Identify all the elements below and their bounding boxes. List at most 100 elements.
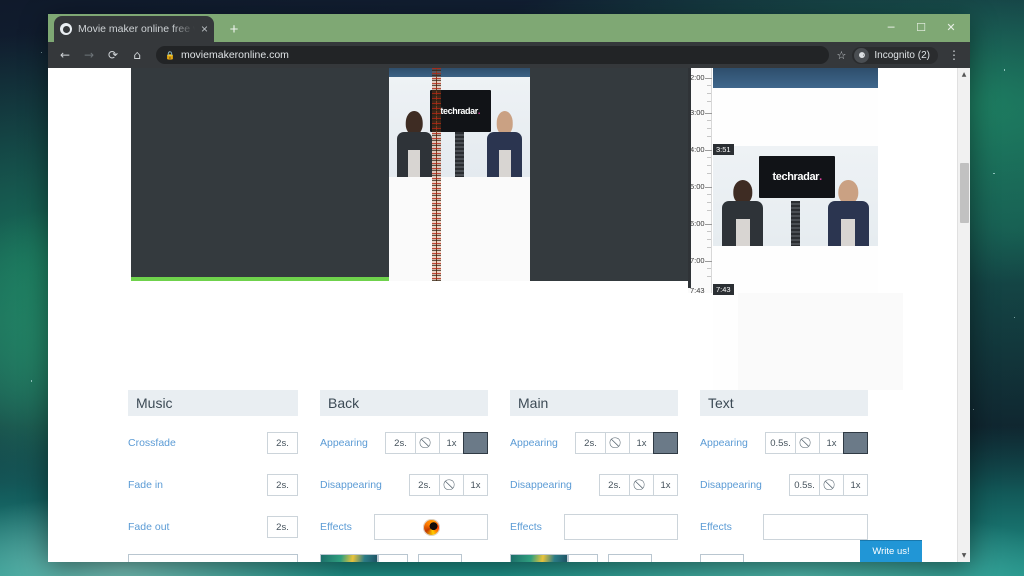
setting-row-fade-out: Fade out 2s.	[128, 510, 298, 544]
incognito-indicator[interactable]: ⚈ Incognito (2)	[852, 46, 938, 64]
address-bar[interactable]: 🔒 moviemakeronline.com	[156, 46, 829, 64]
minimize-button[interactable]: ─	[876, 16, 906, 38]
clip-start-time-tag: 3:51	[713, 144, 734, 155]
person-shirt	[841, 219, 856, 246]
browser-tab[interactable]: Movie maker online free video e ×	[54, 16, 214, 42]
scrollbar-thumb[interactable]	[960, 163, 969, 223]
control-group: 2s. ⃠ 1x	[575, 432, 678, 454]
main-disappearing-duration-field[interactable]: 2s.	[599, 474, 630, 496]
back-disappearing-none-icon[interactable]: ⃠	[439, 474, 464, 496]
clip-brand-text: techradar.	[772, 171, 823, 183]
control-group: 2s.	[267, 432, 298, 454]
timeline-panel[interactable]: 2:00 3:00 4:00 5:00 6:00 7:00 7:43 3:51 …	[688, 68, 903, 390]
main-disappearing-none-icon[interactable]: ⃠	[629, 474, 654, 496]
timeline-video-clip[interactable]: techradar.	[713, 146, 878, 246]
text-disappearing-duration-field[interactable]: 0.5s.	[789, 474, 820, 496]
write-us-button[interactable]: Write us!	[860, 540, 922, 562]
back-appearing-color-swatch[interactable]	[463, 432, 488, 454]
crossfade-duration-field[interactable]: 2s.	[267, 432, 298, 454]
tab-close-icon[interactable]: ×	[201, 22, 208, 36]
timeline-track[interactable]: 3:51 techradar. 7:43	[713, 68, 903, 390]
main-thumbnail-3[interactable]	[608, 554, 652, 562]
column-title-music: Music	[128, 390, 298, 416]
back-appearing-speed-field[interactable]: 1x	[439, 432, 464, 454]
clip-screen: techradar.	[759, 156, 836, 198]
control-group: 2s. ⃠ 1x	[385, 432, 488, 454]
browser-toolbar: ← → ⟳ ⌂ 🔒 moviemakeronline.com ☆ ⚈ Incog…	[48, 42, 970, 68]
back-disappearing-duration-field[interactable]: 2s.	[409, 474, 440, 496]
row-label-disappearing: Disappearing	[320, 479, 382, 491]
address-bar-url: moviemakeronline.com	[180, 49, 289, 61]
back-thumbnail-1[interactable]	[320, 554, 378, 562]
setting-row-text-disappearing: Disappearing 0.5s. ⃠ 1x	[700, 468, 868, 502]
progress-bar-green	[131, 277, 389, 281]
ruler-line	[688, 68, 691, 288]
text-effects-picker[interactable]	[763, 514, 868, 540]
main-appearing-speed-field[interactable]: 1x	[629, 432, 654, 454]
text-appearing-none-icon[interactable]: ⃠	[795, 432, 820, 454]
back-effects-picker[interactable]	[374, 514, 488, 540]
setting-row-text-effects: Effects	[700, 510, 868, 544]
fade-out-duration-field[interactable]: 2s.	[267, 516, 298, 538]
back-appearing-none-icon[interactable]: ⃠	[415, 432, 440, 454]
page-scrollbar[interactable]: ▲ ▼	[957, 68, 970, 562]
chrome-menu-icon[interactable]: ⋮	[944, 48, 964, 62]
column-title-main: Main	[510, 390, 678, 416]
bookmark-star-icon[interactable]: ☆	[837, 49, 847, 62]
main-appearing-duration-field[interactable]: 2s.	[575, 432, 606, 454]
back-icon[interactable]: ←	[54, 44, 76, 66]
scroll-up-arrow-icon[interactable]: ▲	[958, 68, 970, 81]
row-label-effects: Effects	[510, 521, 542, 533]
video-preview-panel[interactable]: techradar.	[389, 68, 530, 281]
row-label-appearing: Appearing	[320, 437, 368, 449]
text-disappearing-speed-field[interactable]: 1x	[843, 474, 868, 496]
timeline-empty-area[interactable]	[738, 293, 903, 390]
row-label-disappearing: Disappearing	[700, 479, 762, 491]
clip-person-left	[720, 180, 766, 246]
back-thumbnail-2[interactable]	[378, 554, 408, 562]
toolbar-right-group: ☆ ⚈ Incognito (2) ⋮	[837, 46, 964, 64]
main-appearing-none-icon[interactable]: ⃠	[605, 432, 630, 454]
audio-waveform[interactable]	[432, 68, 441, 281]
fade-in-duration-field[interactable]: 2s.	[267, 474, 298, 496]
main-effects-picker[interactable]	[564, 514, 678, 540]
forward-icon[interactable]: →	[78, 44, 100, 66]
back-disappearing-speed-field[interactable]: 1x	[463, 474, 488, 496]
scroll-down-arrow-icon[interactable]: ▼	[958, 549, 970, 562]
timeline-top-clip[interactable]	[713, 68, 878, 88]
setting-row-main-effects: Effects	[510, 510, 678, 544]
close-window-button[interactable]: ✕	[936, 16, 966, 38]
control-group: 2s. ⃠ 1x	[599, 474, 678, 496]
text-appearing-duration-field[interactable]: 0.5s.	[765, 432, 796, 454]
control-group: 2s.	[267, 474, 298, 496]
text-thumbnail-1[interactable]	[700, 554, 744, 562]
ruler-tick-4-00: 4:00	[688, 146, 712, 154]
back-thumbnail-3[interactable]	[418, 554, 462, 562]
preview-backdrop-left	[131, 68, 389, 281]
maximize-button[interactable]: ☐	[906, 16, 936, 38]
settings-column-text: Text Appearing 0.5s. ⃠ 1x Disappearing 0…	[700, 390, 890, 562]
text-appearing-color-swatch[interactable]	[843, 432, 868, 454]
new-tab-button[interactable]: +	[224, 21, 244, 38]
partial-row-back	[320, 552, 488, 562]
reload-icon[interactable]: ⟳	[102, 44, 124, 66]
music-bottom-field[interactable]	[128, 554, 298, 562]
person-shirt	[408, 150, 421, 177]
text-disappearing-none-icon[interactable]: ⃠	[819, 474, 844, 496]
main-thumbnail-2[interactable]	[568, 554, 598, 562]
main-disappearing-speed-field[interactable]: 1x	[653, 474, 678, 496]
person-shirt	[498, 150, 511, 177]
settings-panels: Music Crossfade 2s. Fade in 2s. Fade out	[48, 390, 970, 562]
timeline-ruler: 2:00 3:00 4:00 5:00 6:00 7:00 7:43	[688, 68, 712, 295]
text-appearing-speed-field[interactable]: 1x	[819, 432, 844, 454]
setting-row-back-disappearing: Disappearing 2s. ⃠ 1x	[320, 468, 488, 502]
main-appearing-color-swatch[interactable]	[653, 432, 678, 454]
home-icon[interactable]: ⌂	[126, 44, 148, 66]
main-thumbnail-1[interactable]	[510, 554, 568, 562]
preview-person-left	[395, 111, 434, 177]
row-label-effects: Effects	[320, 521, 352, 533]
back-appearing-duration-field[interactable]: 2s.	[385, 432, 416, 454]
control-group: 0.5s. ⃠ 1x	[765, 432, 868, 454]
ruler-tick-2-00: 2:00	[688, 74, 712, 82]
preview-top-band	[389, 68, 530, 77]
